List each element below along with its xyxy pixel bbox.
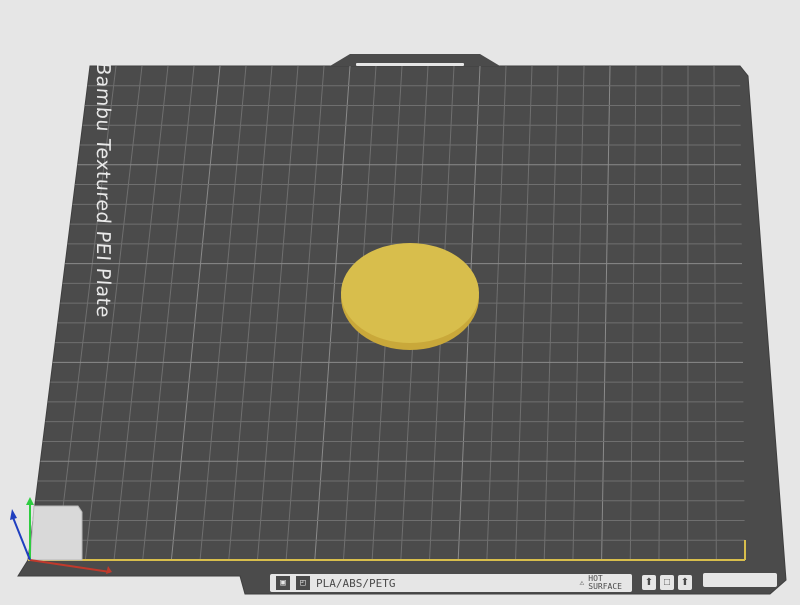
texture-icon: ◰ (296, 576, 310, 590)
square-icon: □ (660, 575, 674, 590)
material-label: PLA/ABS/PETG (316, 577, 395, 590)
origin-selection-box (30, 506, 82, 560)
hot-surface-warning: ⚠ HOT SURFACE (579, 575, 632, 591)
plate-marker-icons: ⬆ □ ⬆ (642, 575, 692, 590)
up-arrow-icon: ⬆ (642, 575, 656, 590)
scene-svg (0, 0, 800, 600)
surface-warning-text: SURFACE (588, 583, 622, 591)
up-arrow-icon-2: ⬆ (678, 575, 692, 590)
plate-logo-icon: ▣ (276, 576, 290, 590)
handle-icon (356, 63, 464, 66)
plate-corner-marker (703, 573, 777, 587)
3d-viewport[interactable]: Bambu Textured PEI Plate ▣ ◰ PLA/ABS/PET… (0, 0, 800, 600)
warning-triangle-icon: ⚠ (579, 579, 584, 587)
plate-name-label: Bambu Textured PEI Plate (92, 61, 114, 318)
printed-object[interactable] (341, 243, 479, 350)
plate-label-strip: ▣ ◰ PLA/ABS/PETG ⚠ HOT SURFACE (270, 574, 632, 592)
object-top[interactable] (341, 243, 479, 343)
